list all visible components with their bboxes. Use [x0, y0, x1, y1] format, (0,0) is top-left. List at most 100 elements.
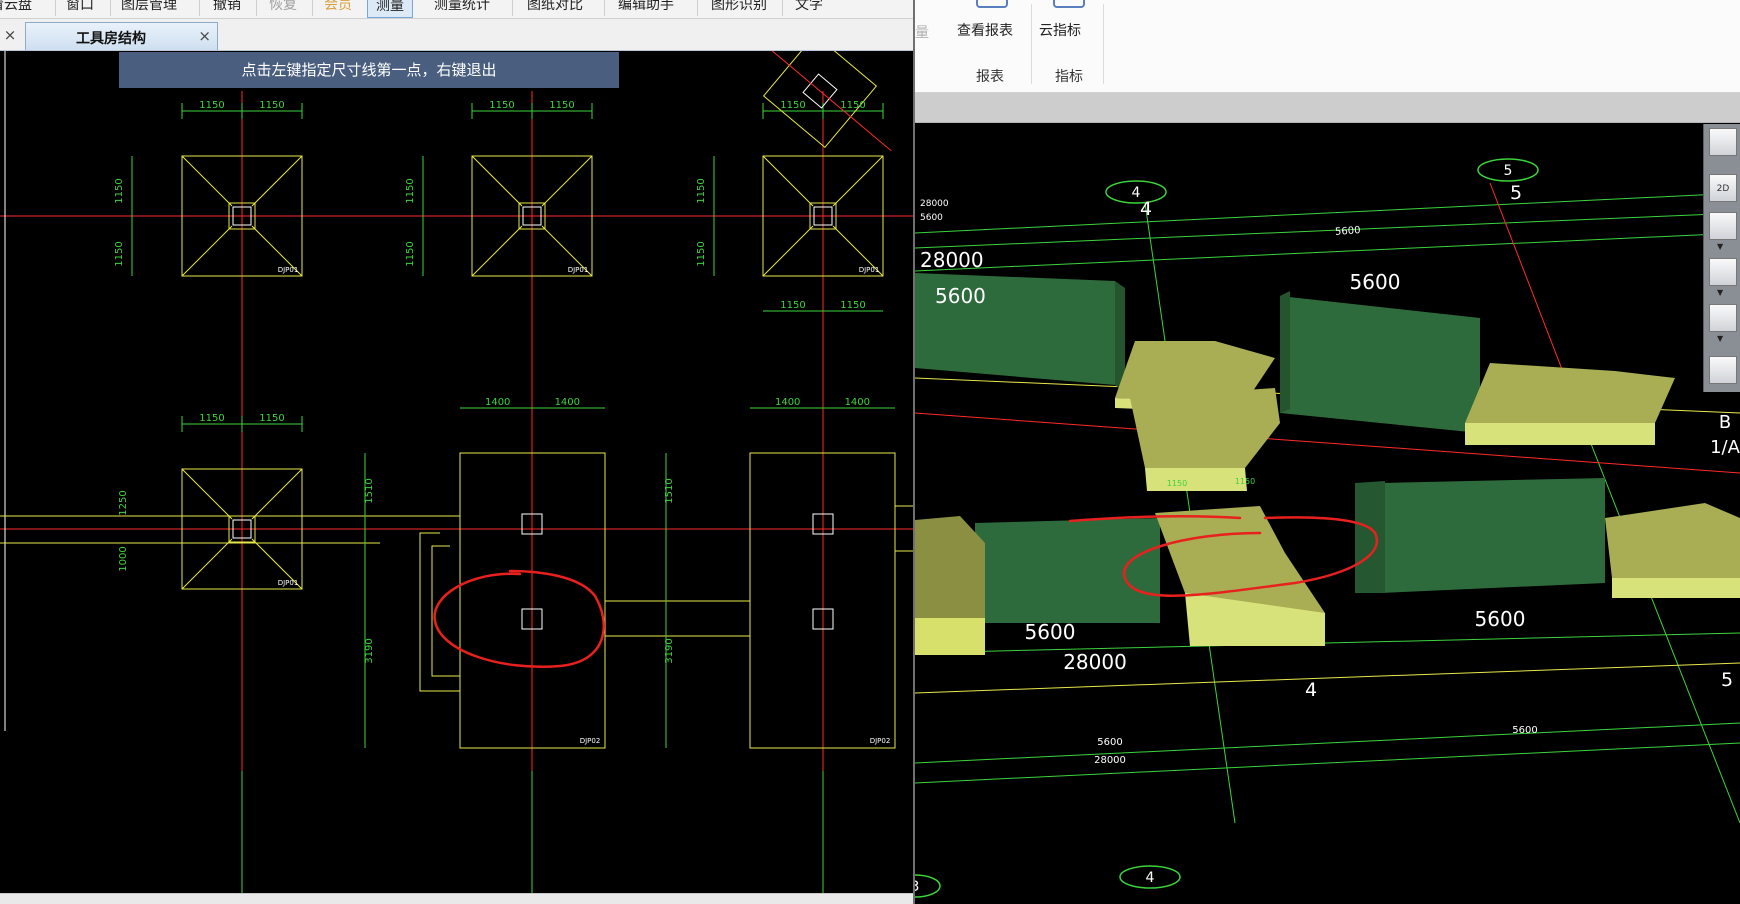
- orbit-sphere-icon[interactable]: [1709, 128, 1737, 156]
- dimension-text: 28000: [1063, 650, 1127, 674]
- menu-layer-manage[interactable]: 图层管理: [121, 0, 177, 14]
- axis-label-5-lower: 5: [1721, 669, 1733, 691]
- menu-separator: [312, 0, 313, 16]
- footing-block: [1465, 363, 1675, 433]
- ribbon-toolbar: 量 查看报表 云指标 报表 指标: [915, 0, 1740, 93]
- rotated-footing: [727, 51, 892, 152]
- menu-member[interactable]: 会员: [324, 0, 352, 14]
- footing-slope-line: [832, 155, 884, 207]
- footing-label: DJP01: [568, 266, 589, 274]
- view-2d-button[interactable]: 2D: [1709, 174, 1737, 202]
- close-icon[interactable]: ×: [0, 24, 20, 46]
- rotate-icon[interactable]: [1709, 304, 1737, 332]
- chevron-down-icon[interactable]: ▼: [1717, 334, 1723, 343]
- wall-block: [975, 518, 1160, 623]
- dimension-text: 28000: [1094, 755, 1126, 766]
- ribbon-separator: [1103, 4, 1104, 84]
- view-report-button[interactable]: 查看报表: [955, 0, 1025, 60]
- dimension-text: 1150: [199, 100, 224, 111]
- footing-label: DJP01: [859, 266, 880, 274]
- menu-text[interactable]: 文字: [795, 0, 823, 14]
- menu-edit-assistant[interactable]: 编辑助手: [618, 0, 674, 14]
- axis-bubble-5-label: 5: [1504, 163, 1513, 179]
- menu-separator: [256, 0, 257, 16]
- menu-measure-stats[interactable]: 测量统计: [434, 0, 490, 14]
- axis-label-1a: 1/A: [1710, 437, 1740, 458]
- view-box-icon[interactable]: [1709, 258, 1737, 286]
- dimension-text: 1150: [840, 100, 865, 111]
- footing-slope-line: [471, 225, 523, 277]
- menu-cloud-drive[interactable]: 看云盘: [0, 0, 32, 14]
- menu-redo[interactable]: 恢复: [269, 0, 297, 14]
- dimension-text: 5600: [1025, 620, 1076, 644]
- dimension-text: 5600: [920, 213, 943, 223]
- dimension-text: 28000: [920, 248, 984, 272]
- chevron-down-icon[interactable]: ▼: [1717, 242, 1723, 251]
- footing-label: DJP02: [580, 737, 601, 745]
- status-strip: [0, 893, 913, 904]
- dimension-text: 1400: [775, 397, 800, 408]
- model-3d-pane[interactable]: 量 查看报表 云指标 报表 指标 45434545B1/A28000560028…: [915, 0, 1740, 904]
- wall-block: [1380, 478, 1605, 593]
- dimension-text: 5600: [1475, 607, 1526, 631]
- footing-slope-line: [181, 468, 233, 520]
- grid-dimension-line: [915, 722, 1740, 764]
- ribbon-group-report: 报表: [976, 69, 1004, 85]
- dimension-text: 1150: [259, 413, 284, 424]
- menu-measure[interactable]: 测量: [367, 0, 413, 18]
- report-icon: [976, 0, 1008, 8]
- cad-drawing-canvas[interactable]: DJP01 1150 1150 DJP01 1150 1150 DJP01 1150 1150 D…: [0, 51, 913, 893]
- menu-undo[interactable]: 撤销: [213, 0, 241, 14]
- dimension-text: 1510: [664, 478, 675, 503]
- dimension-text: 1150: [259, 100, 284, 111]
- command-hint-banner: 点击左键指定尺寸线第一点，右键退出: [119, 52, 619, 88]
- footing-block: [1130, 388, 1280, 468]
- chevron-down-icon[interactable]: ▼: [1717, 288, 1723, 297]
- tab-close-icon[interactable]: ×: [198, 27, 211, 45]
- view-toolbar: 2D ▼ ▼ ▼: [1703, 124, 1740, 392]
- grid-dimension-line: [915, 232, 1740, 272]
- dimension-text: 3190: [664, 638, 675, 663]
- view-2d-label: 2D: [1716, 184, 1730, 194]
- dimension-text: 1150: [780, 100, 805, 111]
- dimension-text: 1150: [199, 413, 224, 424]
- dimension-text: 1150: [114, 241, 125, 266]
- menu-shape-recognition[interactable]: 图形识别: [711, 0, 767, 14]
- tab-tool-room-structure[interactable]: 工具房结构 ×: [25, 22, 218, 50]
- menu-window[interactable]: 窗口: [66, 0, 94, 14]
- cloud-index-button[interactable]: 云指标: [1037, 0, 1097, 60]
- model-3d-canvas[interactable]: 45434545B1/A2800056002800056005600560056…: [915, 123, 1740, 904]
- menu-separator: [110, 0, 111, 16]
- footing-slope-line: [762, 225, 814, 277]
- grid-dimension-line: [915, 742, 1740, 784]
- axis-bubble-3-label: 3: [915, 879, 919, 895]
- wall-side: [1280, 291, 1290, 413]
- dimension-text: 1150: [405, 241, 416, 266]
- menu-separator: [604, 0, 605, 16]
- menu-drawing-compare[interactable]: 图纸对比: [527, 0, 583, 14]
- axis-label-5: 5: [1510, 182, 1522, 204]
- view-report-label: 查看报表: [957, 23, 1013, 39]
- footing-slope-line: [251, 155, 303, 207]
- menu-separator: [782, 0, 783, 16]
- dimension-text: 5600: [1512, 725, 1537, 736]
- dimension-text: 1150: [1167, 479, 1187, 488]
- tab-label: 工具房结构: [76, 31, 146, 47]
- footing-face: [915, 618, 985, 655]
- grid-table-icon[interactable]: [1709, 356, 1737, 384]
- cad-2d-pane[interactable]: 看云盘 窗口 图层管理 撤销 恢复 会员 测量 测量统计 图纸对比 编辑助手 图…: [0, 0, 913, 904]
- footing-block-front: [1465, 423, 1655, 445]
- view-3d-cube-icon[interactable]: [1709, 212, 1737, 240]
- dimension-text: 1400: [845, 397, 870, 408]
- footing-slope-line: [471, 155, 523, 207]
- document-tab-bar: × 工具房结构 ×: [0, 19, 913, 51]
- menu-separator: [697, 0, 698, 16]
- view-header-band: [915, 93, 1740, 123]
- footing-block-front: [1145, 468, 1247, 491]
- wall-block: [1280, 296, 1480, 433]
- dimension-text: 1150: [840, 300, 865, 311]
- dimension-text: 1150: [114, 178, 125, 203]
- axis-bubble-4-bottom-label: 4: [1146, 870, 1155, 886]
- dimension-text: 1400: [555, 397, 580, 408]
- axis-label-4: 4: [1140, 198, 1152, 220]
